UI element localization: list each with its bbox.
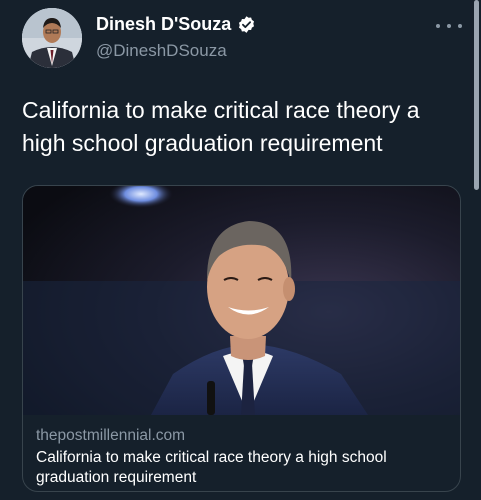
author-display-name[interactable]: Dinesh D'Souza: [96, 14, 231, 35]
author-handle[interactable]: @DineshDSouza: [96, 41, 227, 61]
card-domain[interactable]: thepostmillennial.com: [36, 426, 446, 446]
more-horizontal-icon[interactable]: [436, 18, 462, 34]
verified-badge-icon: [237, 15, 256, 34]
card-image: [23, 186, 460, 415]
avatar-photo: [22, 8, 82, 68]
card-meta: thepostmillennial.com California to make…: [36, 426, 446, 488]
card-title[interactable]: California to make critical race theory …: [36, 448, 446, 488]
tweet[interactable]: Dinesh D'Souza @DineshDSouza California …: [0, 0, 481, 500]
author-name-row[interactable]: Dinesh D'Souza: [96, 14, 256, 35]
scrollbar[interactable]: [474, 0, 479, 190]
tweet-text: California to make critical race theory …: [22, 97, 420, 156]
avatar[interactable]: [22, 8, 82, 68]
link-card[interactable]: thepostmillennial.com California to make…: [22, 185, 461, 492]
